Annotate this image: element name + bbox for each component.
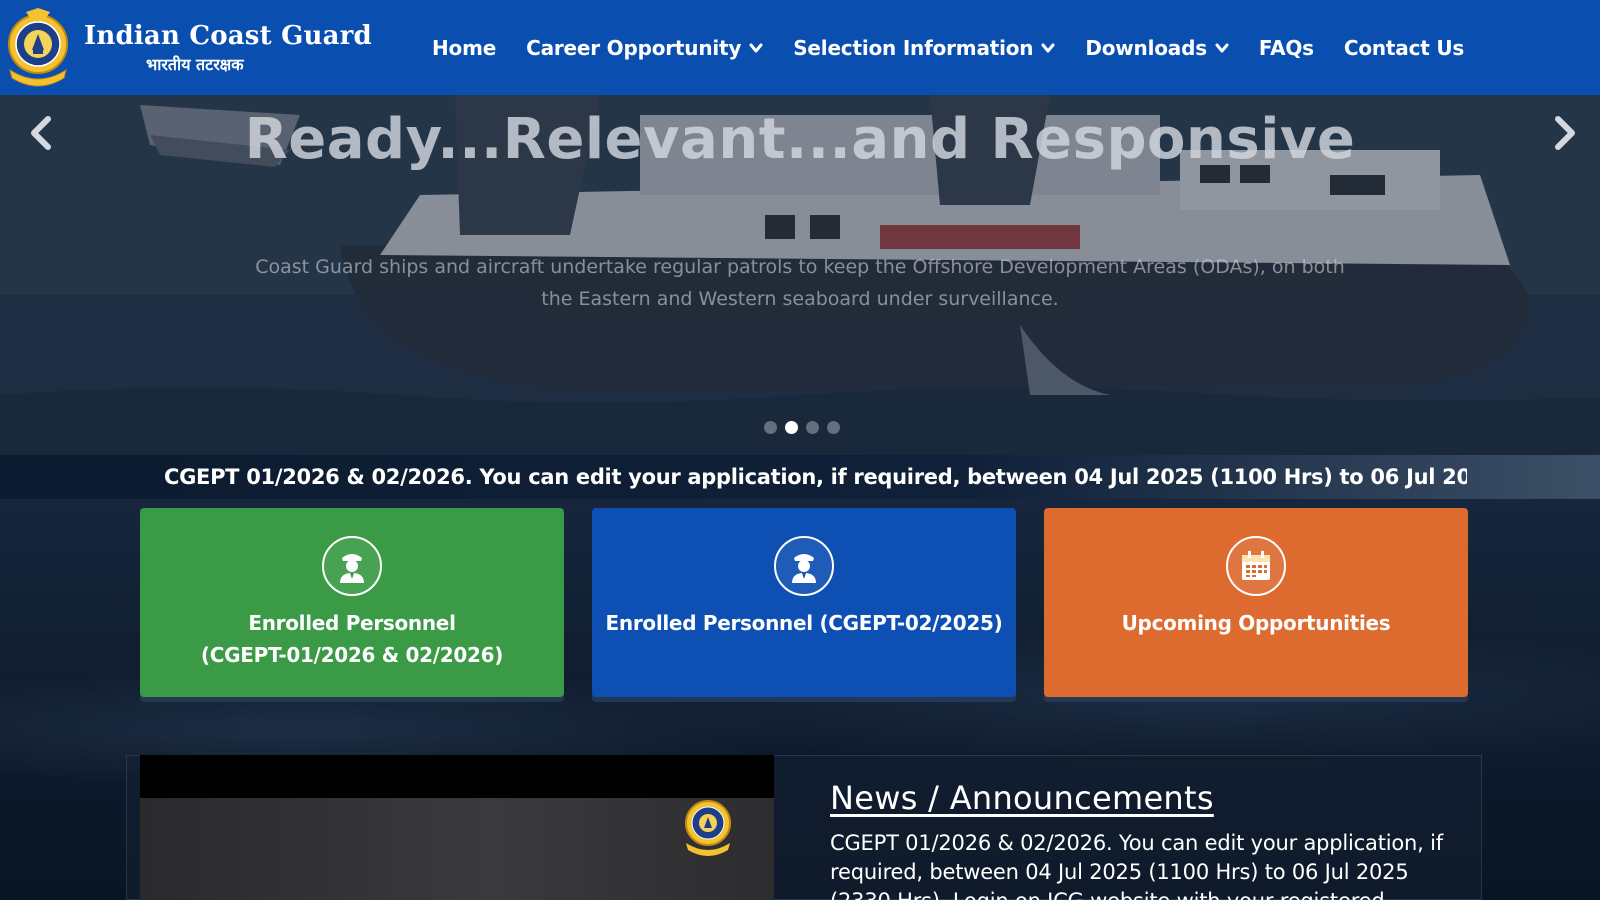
brand-subtitle: भारतीय तटरक्षक: [146, 54, 244, 74]
coast-guard-emblem-icon: [8, 7, 68, 86]
nav-selection-information[interactable]: Selection Information: [793, 36, 1055, 60]
officer-icon: [322, 536, 382, 596]
nav-career-opportunity[interactable]: Career Opportunity: [526, 36, 763, 60]
nav-selection-information-label: Selection Information: [793, 35, 1034, 60]
video-frame: [140, 798, 774, 900]
carousel-dot-1[interactable]: [764, 421, 777, 434]
card-enrolled-personnel-2025[interactable]: Enrolled Personnel (CGEPT-02/2025): [592, 508, 1016, 697]
brand-title: Indian Coast Guard: [84, 20, 372, 51]
card-enrolled-personnel-2026[interactable]: Enrolled Personnel (CGEPT-01/2026 & 02/2…: [140, 508, 564, 697]
hero-description: Coast Guard ships and aircraft undertake…: [255, 256, 1345, 310]
carousel-dot-3[interactable]: [806, 421, 819, 434]
nav-faqs-label: FAQs: [1258, 35, 1314, 60]
nav-contact-us-label: Contact Us: [1343, 35, 1465, 60]
carousel-indicators: [764, 421, 848, 434]
announcement-ticker: CGEPT 01/2026 & 02/2026. You can edit yo…: [0, 455, 1600, 499]
nav-career-opportunity-label: Career Opportunity: [526, 35, 742, 60]
card-label-line1: Upcoming Opportunities: [1121, 611, 1391, 635]
chevron-down-icon: [1041, 43, 1055, 52]
nav-faqs[interactable]: FAQs: [1259, 36, 1314, 60]
calendar-icon: [1226, 536, 1286, 596]
chevron-down-icon: [749, 43, 763, 52]
brand-logo-link[interactable]: Indian Coast Guard भारतीय तटरक्षक: [4, 7, 372, 88]
carousel-dot-2[interactable]: [785, 421, 798, 434]
card-label-line1: Enrolled Personnel (CGEPT-02/2025): [605, 611, 1003, 635]
chevron-right-icon[interactable]: [1548, 113, 1582, 153]
video-player[interactable]: [140, 755, 774, 900]
card-upcoming-opportunities[interactable]: Upcoming Opportunities: [1044, 508, 1468, 697]
ticker-text[interactable]: CGEPT 01/2026 & 02/2026. You can edit yo…: [164, 455, 1467, 499]
nav-downloads[interactable]: Downloads: [1085, 36, 1229, 60]
site-header: Indian Coast Guard भारतीय तटरक्षक Home C…: [0, 0, 1600, 95]
news-item-text[interactable]: CGEPT 01/2026 & 02/2026. You can edit yo…: [830, 829, 1450, 900]
card-label-line2: (CGEPT-01/2026 & 02/2026): [200, 643, 504, 667]
news-heading[interactable]: News / Announcements: [830, 779, 1214, 817]
hero-carousel: Ready...Relevant...and Responsive Coast …: [0, 95, 1600, 455]
nav-home-label: Home: [432, 35, 497, 60]
nav-home[interactable]: Home: [432, 36, 496, 60]
officer-icon: [774, 536, 834, 596]
nav-contact-us[interactable]: Contact Us: [1344, 36, 1464, 60]
coast-guard-emblem-icon: [685, 800, 731, 856]
hero-title: Ready...Relevant...and Responsive: [244, 107, 1356, 172]
main-nav: Home Career Opportunity Selection Inform…: [432, 0, 1494, 95]
chevron-left-icon[interactable]: [24, 113, 58, 153]
card-label-line1: Enrolled Personnel: [248, 611, 456, 635]
nav-downloads-label: Downloads: [1085, 35, 1207, 60]
carousel-dot-4[interactable]: [827, 421, 840, 434]
chevron-down-icon: [1215, 43, 1229, 52]
